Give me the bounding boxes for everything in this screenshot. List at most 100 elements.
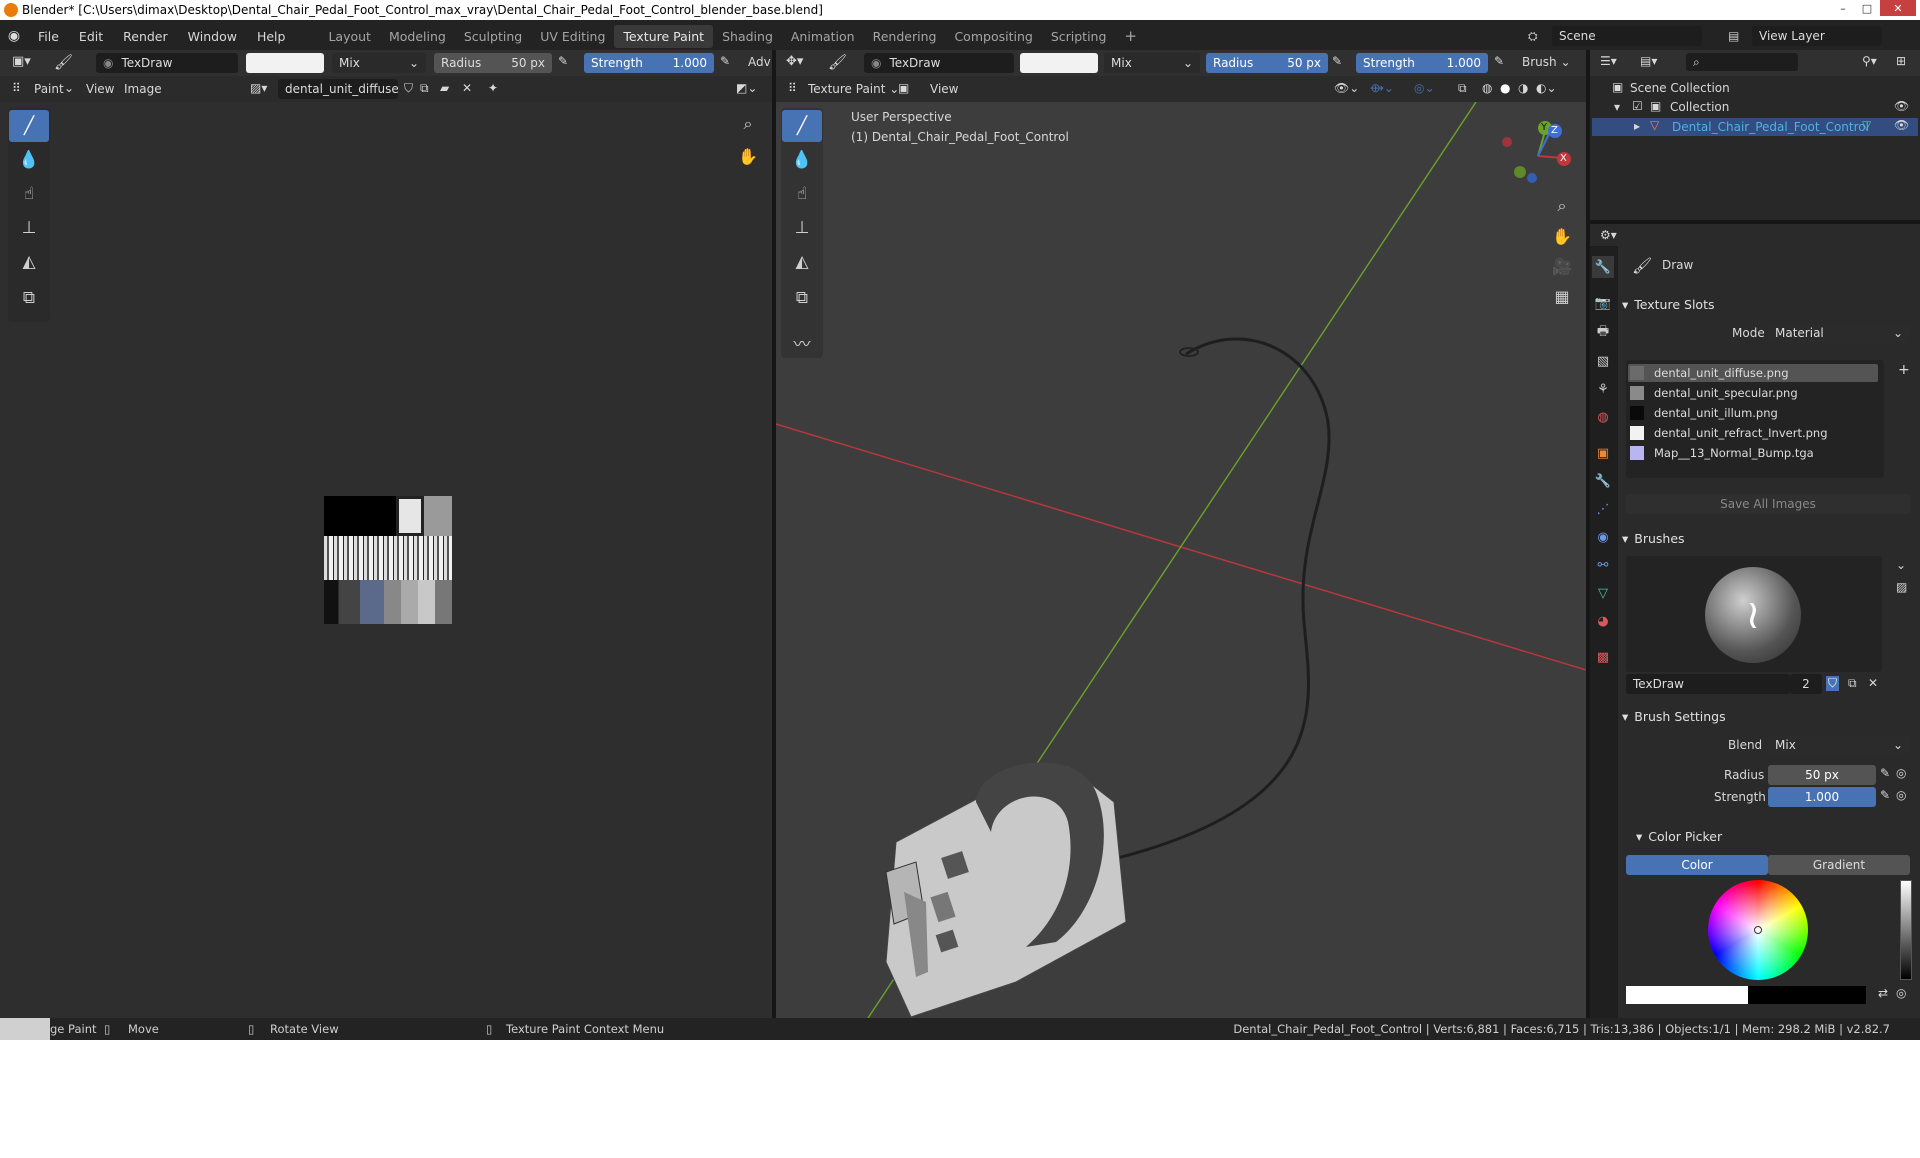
tab-layout[interactable]: Layout	[319, 25, 380, 48]
overlays-icon[interactable]: ◎⌄	[1414, 81, 1435, 95]
swap-colors-icon[interactable]: ⇄	[1878, 986, 1888, 1000]
viewport-brush-menu[interactable]: Brush ⌄	[1522, 55, 1571, 69]
viewport-strength-pressure-icon[interactable]: ✎	[1494, 54, 1504, 68]
tool-tab-icon[interactable]: 🔧	[1592, 256, 1614, 278]
minimize-button[interactable]: –	[1832, 0, 1854, 16]
texture-slots-panel-header[interactable]: ▾ Texture Slots	[1622, 292, 1912, 316]
tab-modeling[interactable]: Modeling	[380, 25, 455, 48]
color-picker-panel-header[interactable]: ▾ Color Picker	[1636, 824, 1920, 848]
view-layer-tab-icon[interactable]: ▧	[1592, 350, 1614, 372]
zoom-icon[interactable]: ⌕	[734, 110, 762, 138]
tab-shading[interactable]: Shading	[713, 25, 782, 48]
viewport-pan-icon[interactable]: ✋	[1548, 222, 1576, 250]
primary-color-swatch[interactable]	[1626, 986, 1748, 1004]
viewport-smear-tool-button[interactable]: ☝	[782, 178, 822, 210]
pin-icon[interactable]: ✦	[488, 81, 498, 95]
close-button[interactable]: ✕	[1880, 0, 1916, 16]
viewport-editor-type-icon[interactable]: ✥▾	[786, 54, 803, 69]
open-image-icon[interactable]: ▰	[440, 81, 449, 95]
solid-shading-icon[interactable]: ●	[1500, 81, 1510, 95]
radius-pressure-icon[interactable]: ✎	[558, 54, 568, 68]
constraints-tab-icon[interactable]: ⚯	[1592, 554, 1614, 576]
data-tab-icon[interactable]: ▽	[1592, 582, 1614, 604]
properties-editor-icon[interactable]: ⚙▾	[1600, 228, 1617, 242]
image-browse-icon[interactable]: ▨▾	[250, 81, 267, 95]
expand-collection-icon[interactable]: ▾	[1614, 100, 1620, 114]
paint-mode-icon[interactable]: ⠿	[12, 81, 21, 95]
strength-pressure-icon[interactable]: ✎	[720, 54, 730, 68]
brush-preview-icon[interactable]: ≀	[1705, 567, 1801, 663]
tab-scripting[interactable]: Scripting	[1042, 25, 1116, 48]
color-wheel-cursor[interactable]	[1754, 926, 1762, 934]
viewport-clone-tool-button[interactable]: ⊥	[782, 212, 822, 244]
gradient-tab[interactable]: Gradient	[1768, 855, 1910, 875]
maximize-button[interactable]: □	[1856, 0, 1878, 16]
tab-animation[interactable]: Animation	[782, 25, 864, 48]
menu-render[interactable]: Render	[113, 29, 178, 44]
brush-fake-user-icon[interactable]: ⛉	[1826, 676, 1840, 691]
world-tab-icon[interactable]: ◍	[1592, 406, 1614, 428]
brush-strength-field[interactable]: 1.000	[1768, 787, 1876, 807]
brush-image-icon[interactable]: ▨	[1896, 580, 1907, 594]
texture-tab-icon[interactable]: ▩	[1592, 646, 1614, 668]
material-shading-icon[interactable]: ◑	[1518, 81, 1528, 95]
menu-file[interactable]: File	[28, 29, 69, 44]
viewport-radius-pressure-icon[interactable]: ✎	[1332, 54, 1342, 68]
outliner-collection[interactable]: Collection	[1670, 100, 1729, 114]
physics-tab-icon[interactable]: ◉	[1592, 526, 1614, 548]
brush-name-field[interactable]: TexDraw	[1626, 674, 1790, 694]
fake-user-icon[interactable]: ⛉	[404, 81, 413, 96]
viewport-fill-tool-button[interactable]: ◭	[782, 246, 822, 278]
scene-tab-icon[interactable]: ⚘	[1592, 378, 1614, 400]
render-tab-icon[interactable]: 📷	[1592, 292, 1614, 314]
brushes-panel-header[interactable]: ▾ Brushes	[1622, 526, 1912, 550]
brush-users-count[interactable]: 2	[1790, 674, 1822, 694]
image-strength-field[interactable]: Strength 1.000	[584, 53, 714, 73]
tab-rendering[interactable]: Rendering	[864, 25, 946, 48]
image-name-field[interactable]: dental_unit_diffuse.p..	[278, 79, 398, 99]
display-channels-icon[interactable]: ◩⌄	[736, 81, 757, 95]
wireframe-shading-icon[interactable]: ◍	[1482, 81, 1492, 95]
slot-mode-dropdown[interactable]: Material ⌄	[1768, 323, 1910, 343]
pan-hand-icon[interactable]: ✋	[734, 142, 762, 170]
annotate-tool-button[interactable]: 〰	[782, 326, 822, 358]
object-visibility-icon[interactable]: 👁	[1894, 118, 1909, 132]
value-slider[interactable]	[1900, 880, 1912, 980]
draw-tool-button[interactable]: ╱	[9, 110, 49, 142]
viewport-zoom-icon[interactable]: ⌕	[1548, 192, 1576, 220]
material-tab-icon[interactable]: ◕	[1592, 610, 1614, 632]
image-image-menu[interactable]: Image	[124, 82, 162, 96]
brush-unlink-icon[interactable]: ✕	[1868, 676, 1878, 690]
brush-duplicate-icon[interactable]: ⧉	[1848, 676, 1857, 691]
visibility-icon[interactable]: 👁⌄	[1334, 81, 1359, 95]
viewport-mode-dropdown[interactable]: Texture Paint ⌄	[808, 82, 899, 96]
outliner-scene-collection[interactable]: Scene Collection	[1630, 81, 1730, 95]
particles-tab-icon[interactable]: ⋰	[1592, 498, 1614, 520]
new-collection-icon[interactable]: ⊞	[1896, 54, 1906, 68]
texture-slot-2[interactable]: dental_unit_specular.png	[1630, 384, 1878, 402]
add-workspace-button[interactable]: +	[1115, 23, 1146, 49]
brush-radius-field[interactable]: 50 px	[1768, 765, 1876, 785]
gizmo-toggle-icon[interactable]: ⟴⌄	[1370, 81, 1394, 95]
fill-tool-button[interactable]: ◭	[9, 246, 49, 278]
brush-list-expand-icon[interactable]: ⌄	[1896, 558, 1906, 572]
viewport-brush-icon[interactable]: 🖌	[828, 53, 847, 71]
collection-visibility-icon[interactable]: 👁	[1894, 99, 1909, 113]
outliner-object[interactable]: Dental_Chair_Pedal_Foot_Control	[1672, 120, 1869, 134]
brush-settings-panel-header[interactable]: ▾ Brush Settings	[1622, 704, 1912, 728]
modifier-tab-icon[interactable]: 🔧	[1592, 470, 1614, 492]
image-brush-color[interactable]	[246, 53, 324, 73]
brush-blend-dropdown[interactable]: Mix ⌄	[1768, 735, 1910, 755]
texture-image-preview[interactable]	[324, 496, 452, 624]
texture-slot-4[interactable]: dental_unit_refract_Invert.png	[1630, 424, 1878, 442]
object-tab-icon[interactable]: ▣	[1592, 442, 1614, 464]
viewport-brush-name[interactable]: ◉ TexDraw	[864, 53, 1014, 73]
expand-object-icon[interactable]: ▸	[1634, 119, 1640, 133]
unlink-image-icon[interactable]: ✕	[462, 81, 472, 95]
output-tab-icon[interactable]: 🖶	[1592, 322, 1614, 344]
texture-slot-1[interactable]: dental_unit_diffuse.png	[1630, 364, 1878, 382]
collection-checkbox[interactable]: ☑	[1632, 99, 1643, 113]
image-blend-dropdown[interactable]: Mix ⌄	[332, 53, 426, 73]
texture-slot-3[interactable]: dental_unit_illum.png	[1630, 404, 1878, 422]
secondary-color-swatch[interactable]	[1748, 986, 1866, 1004]
